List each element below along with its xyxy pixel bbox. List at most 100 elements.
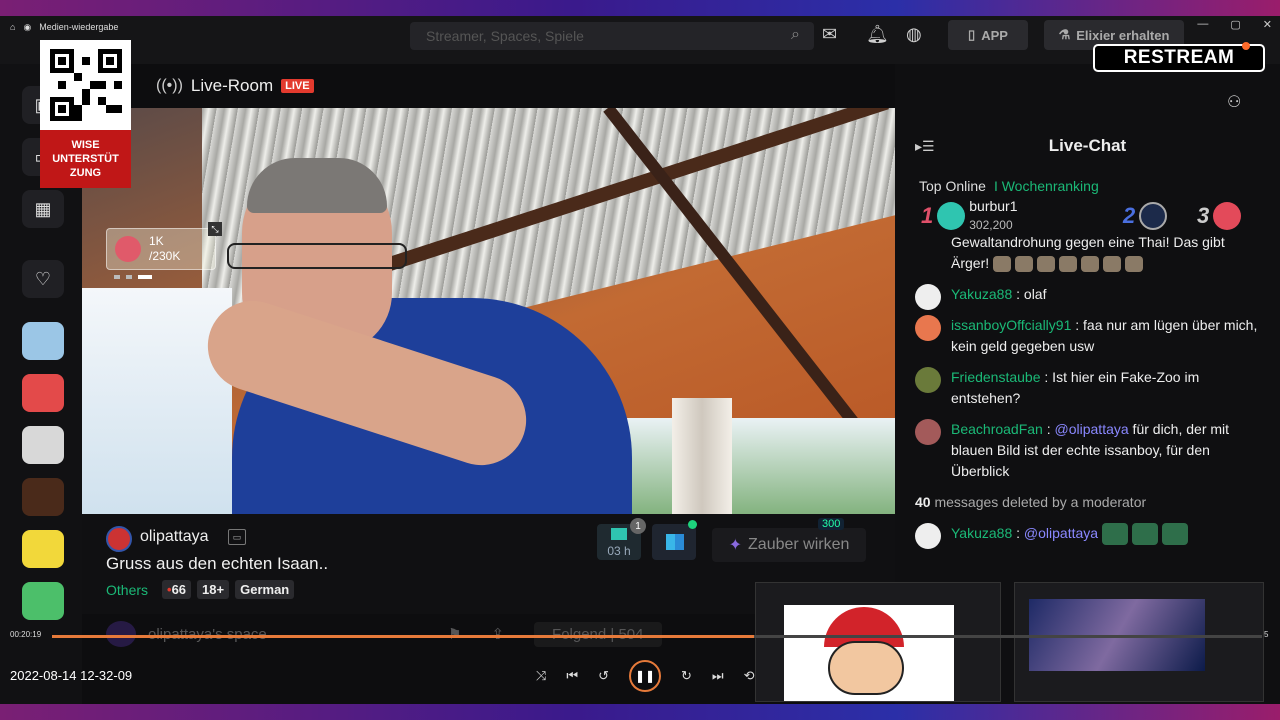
streamer-name[interactable]: olipattaya bbox=[140, 528, 209, 546]
rail-button-calendar[interactable]: ▦ bbox=[22, 190, 64, 228]
avatar bbox=[1139, 202, 1168, 230]
restream-overlay: RESTREAM bbox=[1093, 44, 1265, 72]
age-tag[interactable]: 18+ bbox=[197, 580, 230, 599]
space-label[interactable]: olipattaya's space bbox=[148, 626, 448, 643]
magic-cost: 300 bbox=[818, 518, 845, 530]
pause-button[interactable]: ❚❚ bbox=[629, 660, 662, 692]
rail-avatar-4[interactable] bbox=[22, 478, 64, 516]
message-icon[interactable]: ✉ bbox=[822, 24, 837, 45]
cast-magic-button[interactable]: ✦ Zauber wirken bbox=[712, 528, 866, 562]
previous-icon[interactable]: ⏮ bbox=[566, 668, 578, 684]
stream-description: Gruss aus den echten Isaan.. bbox=[106, 554, 329, 573]
heart-icon: ♡ bbox=[34, 268, 52, 289]
collapse-icon[interactable]: ⤡ bbox=[208, 222, 222, 236]
shuffle-icon[interactable]: ⤨ bbox=[536, 668, 546, 684]
minimize-button[interactable]: — bbox=[1197, 18, 1208, 31]
avatar[interactable] bbox=[915, 419, 941, 445]
rail-avatar-1[interactable] bbox=[22, 322, 64, 360]
deleted-count: 40 bbox=[915, 494, 931, 510]
window-titlebar: ⌂ ◉ Medien-wiedergabe bbox=[0, 16, 300, 38]
top-viewer-name: burbur1 bbox=[969, 198, 1018, 214]
seek-bar[interactable] bbox=[52, 635, 1262, 638]
rank-number: 1 bbox=[921, 203, 934, 228]
avatar[interactable] bbox=[915, 315, 941, 341]
rail-avatar-6[interactable] bbox=[22, 582, 64, 620]
chest-timer-value: 03 h bbox=[607, 544, 631, 558]
file-name: 2022-08-14 12-32-09 bbox=[10, 668, 133, 683]
top-viewer-2[interactable]: 2 bbox=[1123, 202, 1168, 230]
deleted-text: messages deleted by a moderator bbox=[930, 494, 1147, 510]
chat-user[interactable]: Friedenstaube bbox=[951, 369, 1041, 385]
thumbnail-preview-2[interactable] bbox=[1014, 582, 1264, 702]
gift-icon bbox=[115, 236, 141, 262]
rail-button-favorites[interactable]: ♡ bbox=[22, 260, 64, 298]
windows-tile[interactable] bbox=[652, 524, 696, 560]
video-player[interactable]: 1K /230K ⤡ bbox=[82, 108, 895, 514]
top-viewer-1[interactable]: 1 burbur1 302,200 bbox=[921, 198, 1018, 234]
share-icon[interactable]: ⇪ bbox=[491, 625, 504, 643]
tab-weekly-ranking[interactable]: I Wochenranking bbox=[994, 178, 1099, 194]
playback-controls: ⤨ ⏮ ↺ ❚❚ ↻ ⏭ ⟲ bbox=[536, 660, 755, 692]
maximize-button[interactable]: ▢ bbox=[1230, 18, 1240, 31]
carousel-dot[interactable] bbox=[114, 275, 120, 279]
language-tag[interactable]: German bbox=[235, 580, 295, 599]
user-settings-icon[interactable]: ⚇ bbox=[1227, 92, 1241, 112]
avatar[interactable] bbox=[915, 284, 941, 310]
windows-icon bbox=[666, 534, 684, 550]
category-tag[interactable]: Others bbox=[106, 582, 148, 598]
viewer-count-badge: •66 bbox=[162, 580, 192, 599]
video-person-hair bbox=[247, 158, 387, 213]
phone-icon: ▯ bbox=[968, 27, 976, 42]
media-app-icon: ◉ bbox=[23, 21, 32, 32]
carousel-dot[interactable] bbox=[126, 275, 132, 279]
notification-dot bbox=[1242, 42, 1250, 50]
repeat-icon[interactable]: ⟲ bbox=[744, 668, 755, 684]
search-input[interactable]: Streamer, Spaces, Spiele ⌕ bbox=[410, 22, 814, 50]
window-title: Medien-wiedergabe bbox=[39, 22, 119, 32]
app-button[interactable]: ▯ APP bbox=[948, 20, 1028, 50]
tab-top-online[interactable]: Top Online bbox=[919, 178, 986, 194]
chat-user[interactable]: Yakuza88 bbox=[951, 286, 1012, 302]
ranking-tabs: Top Online I Wochenranking bbox=[919, 178, 1099, 194]
video-window bbox=[602, 418, 895, 514]
message-icon[interactable]: ▭ bbox=[228, 529, 246, 545]
chat-user[interactable]: issanboyOffcially91 bbox=[951, 317, 1071, 333]
chat-mention[interactable]: @olipattaya bbox=[1024, 525, 1098, 541]
forward-30-icon[interactable]: ↻ bbox=[681, 668, 692, 684]
support-badge-line1: WISE bbox=[71, 139, 100, 151]
carousel-dot-active[interactable] bbox=[138, 275, 152, 279]
rail-avatar-5[interactable] bbox=[22, 530, 64, 568]
rewind-10-icon[interactable]: ↺ bbox=[598, 668, 609, 684]
chat-user[interactable]: BeachroadFan bbox=[951, 421, 1043, 437]
avatar[interactable] bbox=[915, 523, 941, 549]
next-icon[interactable]: ⏭ bbox=[712, 668, 724, 684]
video-curtain bbox=[672, 398, 732, 514]
end-time: 5 bbox=[1264, 630, 1269, 639]
space-avatar[interactable] bbox=[106, 621, 136, 647]
home-icon[interactable]: ⌂ bbox=[10, 22, 15, 32]
chat-message: Yakuza88 : olaf bbox=[915, 284, 1265, 310]
bell-icon[interactable]: 🔔︎ bbox=[866, 24, 889, 45]
collapse-chat-icon[interactable]: ▸☰ bbox=[915, 138, 935, 155]
follow-button[interactable]: Folgend | 504 bbox=[534, 621, 662, 647]
gift-count: 1K bbox=[149, 234, 164, 248]
flag-icon[interactable]: ⚑ bbox=[448, 625, 461, 643]
chat-message: Friedenstaube : Ist hier ein Fake-Zoo im… bbox=[915, 367, 1265, 409]
streamer-avatar[interactable] bbox=[106, 526, 132, 552]
avatar[interactable] bbox=[915, 367, 941, 393]
rail-avatar-3[interactable] bbox=[22, 426, 64, 464]
close-button[interactable]: ✕ bbox=[1263, 18, 1272, 31]
rail-avatar-2[interactable] bbox=[22, 374, 64, 412]
gift-goal-card[interactable]: 1K /230K bbox=[106, 228, 216, 270]
chat-mention[interactable]: @olipattaya bbox=[1055, 421, 1129, 437]
avatar bbox=[1213, 202, 1242, 230]
globe-icon[interactable]: ◍ bbox=[906, 24, 922, 45]
thumbnail-preview-1[interactable] bbox=[755, 582, 1001, 702]
avatar bbox=[937, 202, 966, 230]
top-viewer-3[interactable]: 3 bbox=[1197, 202, 1242, 230]
app-label: APP bbox=[981, 27, 1008, 43]
search-icon[interactable]: ⌕ bbox=[791, 26, 800, 44]
chat-user[interactable]: Yakuza88 bbox=[951, 525, 1012, 541]
cast-magic-label: Zauber wirken bbox=[748, 536, 850, 553]
flask-icon: ⚗ bbox=[1058, 27, 1071, 42]
